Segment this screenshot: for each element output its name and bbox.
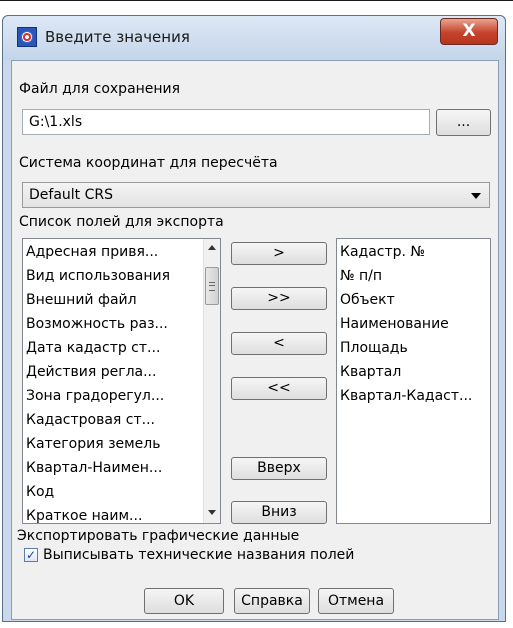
cancel-button[interactable]: Отмена — [318, 588, 394, 614]
browse-button[interactable]: ... — [436, 109, 491, 136]
scroll-up-icon[interactable] — [208, 245, 216, 250]
dialog-window: Введите значения X Файл для сохранения G… — [2, 15, 506, 622]
list-item[interactable]: Возможность раз... — [26, 316, 168, 332]
list-item[interactable]: Кадастровая ст... — [26, 412, 155, 428]
help-button[interactable]: Справка — [234, 588, 310, 614]
fields-label: Список полей для экспорта — [19, 214, 224, 230]
available-fields-list[interactable]: Адресная привя... Вид использования Внеш… — [22, 238, 221, 524]
list-item[interactable]: Наименование — [340, 316, 449, 332]
technical-names-checkbox[interactable]: ✓ — [24, 548, 38, 562]
list-item[interactable]: Действия регла... — [26, 364, 156, 380]
export-graphics-label[interactable]: Экспортировать графические данные — [17, 528, 299, 544]
save-file-input[interactable]: G:\1.xls — [22, 109, 430, 135]
crs-label: Система координат для пересчёта — [19, 155, 278, 171]
available-list-scrollbar[interactable] — [203, 239, 220, 523]
window-title: Введите значения — [45, 28, 190, 46]
save-file-label: Файл для сохранения — [19, 81, 181, 97]
screen-edge — [0, 0, 513, 1]
close-button[interactable]: X — [440, 18, 498, 45]
list-item[interactable]: Квартал-Кадаст... — [340, 388, 472, 404]
list-item[interactable]: Квартал-Наимен... — [26, 460, 162, 476]
remove-all-fields-button[interactable]: << — [231, 377, 327, 400]
move-up-button[interactable]: Вверх — [231, 457, 327, 480]
list-item[interactable]: Кадастр. № — [340, 244, 425, 260]
list-item[interactable]: № п/п — [340, 268, 382, 284]
title-bar[interactable]: Введите значения X — [3, 16, 505, 60]
move-down-button[interactable]: Вниз — [231, 501, 327, 524]
remove-field-button[interactable]: < — [231, 332, 327, 355]
scroll-thumb[interactable] — [205, 267, 219, 305]
list-item[interactable]: Квартал — [340, 364, 401, 380]
list-item[interactable]: Площадь — [340, 340, 408, 356]
add-field-button[interactable]: > — [231, 242, 327, 265]
scroll-down-icon[interactable] — [208, 510, 216, 515]
list-item[interactable]: Код — [26, 484, 54, 500]
list-item[interactable]: Категория земель — [26, 436, 161, 452]
ok-button[interactable]: OK — [144, 588, 224, 614]
add-all-fields-button[interactable]: >> — [231, 287, 327, 310]
list-item[interactable]: Краткое наим... — [26, 508, 142, 523]
list-item[interactable]: Внешний файл — [26, 292, 137, 308]
crs-select[interactable]: Default CRS — [22, 182, 490, 208]
list-item[interactable]: Объект — [340, 292, 395, 308]
chevron-down-icon — [471, 193, 481, 199]
list-item[interactable]: Зона градорегул... — [26, 388, 164, 404]
list-item[interactable]: Адресная привя... — [26, 244, 158, 260]
selected-fields-list[interactable]: Кадастр. № № п/п Объект Наименование Пло… — [336, 238, 491, 524]
technical-names-label[interactable]: Выписывать технические названия полей — [43, 547, 354, 563]
app-icon — [17, 27, 37, 47]
crs-selected-value: Default CRS — [29, 187, 113, 203]
dialog-body: Файл для сохранения G:\1.xls ... Система… — [11, 60, 499, 620]
list-item[interactable]: Вид использования — [26, 268, 170, 284]
list-item[interactable]: Дата кадастр ст... — [26, 340, 160, 356]
